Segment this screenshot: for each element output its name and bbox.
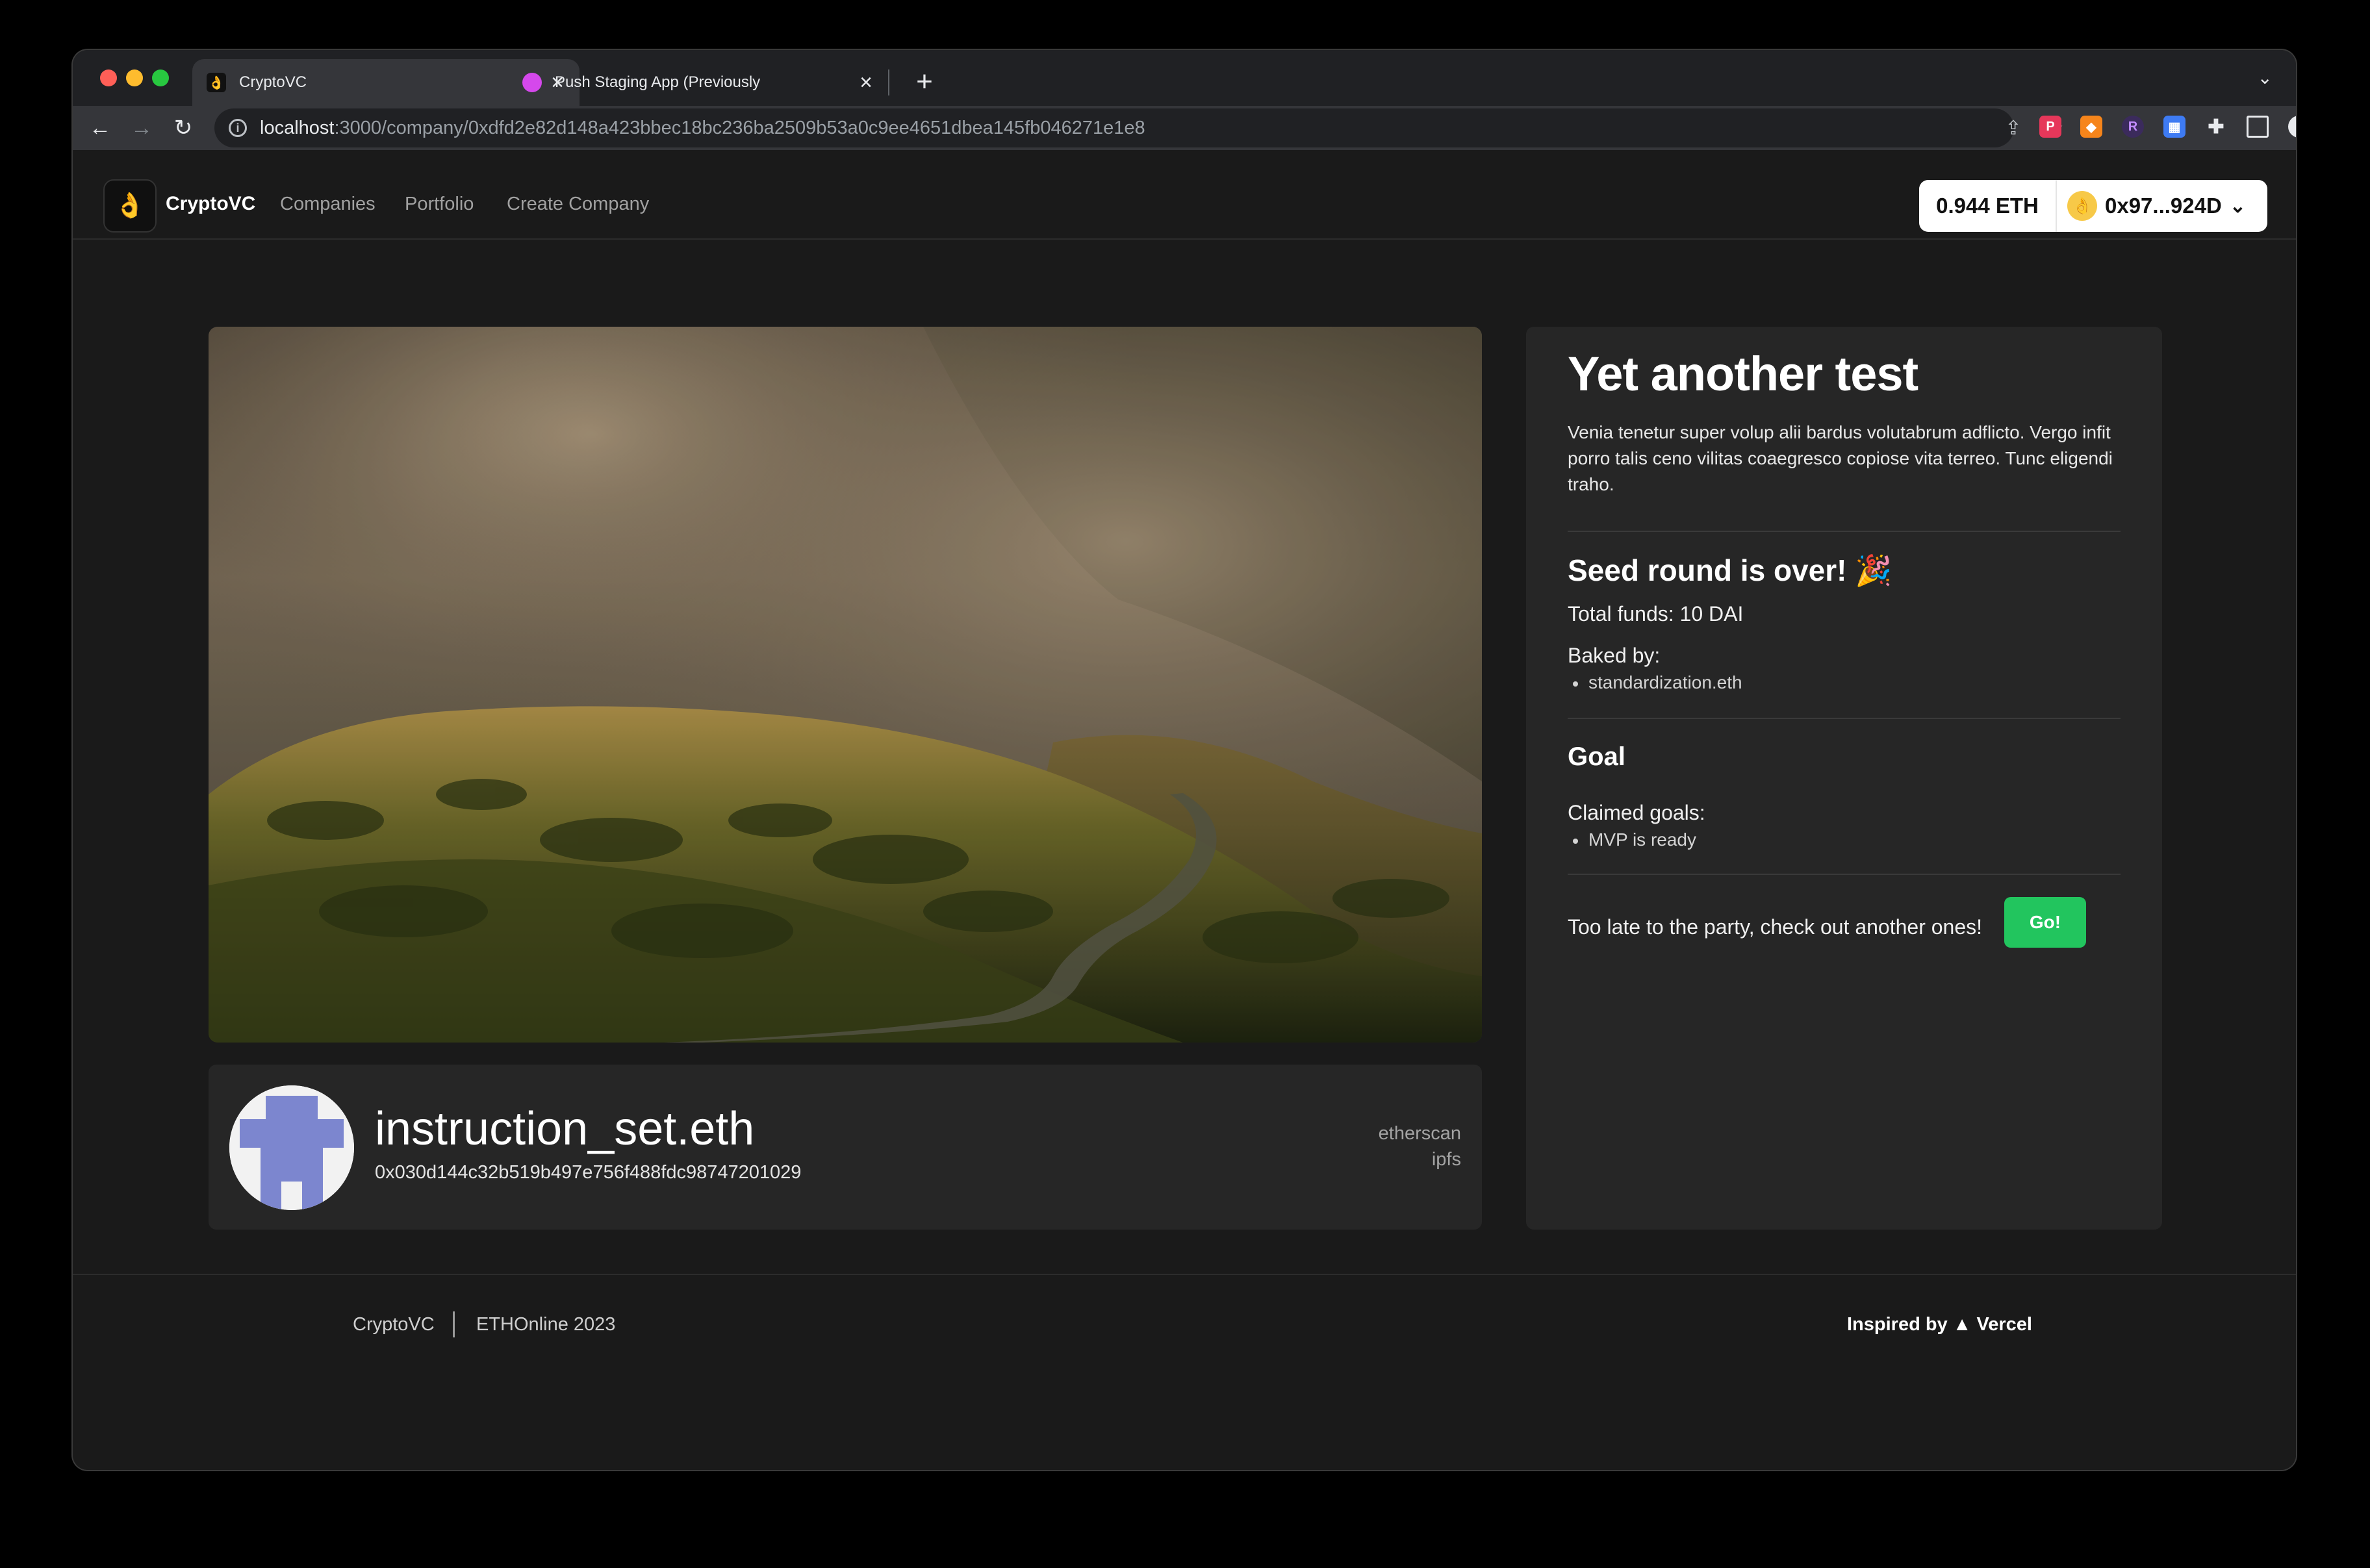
backer-name: standardization.eth (1588, 672, 1742, 692)
owner-ens-name: instruction_set.eth (375, 1103, 755, 1155)
divider (1568, 874, 2121, 875)
minimize-window-button[interactable] (126, 70, 143, 86)
chevron-down-icon: ⌄ (2229, 195, 2246, 217)
metamask-fox-icon[interactable]: ◆ (2080, 116, 2102, 138)
inspired-by-vercel-link[interactable]: Inspired by ▲ Vercel (1847, 1314, 2032, 1335)
nav-create-company[interactable]: Create Company (507, 194, 649, 215)
bullet-icon (1573, 838, 1578, 844)
zoom-window-button[interactable] (152, 70, 169, 86)
tab-title: CryptoVC (239, 73, 307, 91)
address-bar[interactable]: i localhost:3000/company/0xdfd2e82d148a4… (214, 108, 2063, 147)
extensions-puzzle-icon[interactable]: ✚ (2205, 116, 2227, 138)
bullet-icon (1573, 681, 1578, 687)
tab-push-staging[interactable]: Push Staging App (Previously × (508, 59, 888, 106)
total-funds: Total funds: 10 DAI (1568, 602, 1744, 626)
reload-icon[interactable]: ↻ (168, 112, 199, 144)
owner-card: instruction_set.eth 0x030d144c32b519b497… (209, 1065, 1482, 1230)
identicon-icon (229, 1085, 354, 1210)
footer-event[interactable]: ETHOnline 2023 (476, 1314, 615, 1335)
app-header: 👌 CryptoVC Companies Portfolio Create Co… (73, 150, 2296, 240)
ipfs-link[interactable]: ipfs (1432, 1149, 1461, 1170)
tab-strip: 👌 CryptoVC × Push Staging App (Previousl… (73, 50, 2296, 106)
company-cover-image (209, 327, 1482, 1043)
tab-search-chevron-icon[interactable]: ⌄ (2258, 67, 2273, 88)
divider (1568, 718, 2121, 719)
company-title: Yet another test (1568, 347, 1918, 401)
close-window-button[interactable] (100, 70, 117, 86)
app-page: 👌 CryptoVC Companies Portfolio Create Co… (73, 150, 2296, 1470)
extension-calendar-icon[interactable]: ▦ (2163, 116, 2185, 138)
list-item: standardization.eth (1573, 672, 1742, 693)
brand-name[interactable]: CryptoVC (166, 193, 255, 215)
divider (1568, 531, 2121, 532)
close-tab-icon[interactable]: × (854, 70, 878, 95)
tab-divider (888, 70, 889, 95)
account-avatar-icon: 👌 (2067, 191, 2097, 221)
footer-brand[interactable]: CryptoVC (353, 1314, 435, 1335)
etherscan-link[interactable]: etherscan (1379, 1123, 1461, 1144)
extension-r-icon[interactable]: R (2122, 116, 2144, 138)
backers-label: Baked by: (1568, 644, 1661, 667)
url-path: :3000/company/0xdfd2e82d148a423bbec18bc2… (334, 117, 1145, 138)
owner-address: 0x030d144c32b519b497e756f488fdc987472010… (375, 1162, 802, 1183)
site-info-icon[interactable]: i (229, 119, 247, 137)
goal-heading: Goal (1568, 742, 1625, 771)
tab-title: Push Staging App (Previously (555, 73, 761, 91)
new-tab-icon[interactable]: + (911, 68, 938, 96)
list-item: MVP is ready (1573, 829, 1696, 850)
owner-avatar (229, 1085, 354, 1210)
ok-hand-icon: 👌 (207, 73, 226, 92)
company-info-panel: Yet another test Venia tenetur super vol… (1526, 327, 2162, 1230)
browser-window: 👌 CryptoVC × Push Staging App (Previousl… (73, 50, 2296, 1470)
side-panel-icon[interactable] (2247, 116, 2269, 138)
footer: CryptoVC ETHOnline 2023 Inspired by ▲ Ve… (73, 1274, 2296, 1470)
claimed-goals-label: Claimed goals: (1568, 801, 1705, 824)
account-address: 0x97...924D (2105, 194, 2222, 218)
company-description: Venia tenetur super volup alii bardus vo… (1568, 422, 2113, 494)
late-party-message: Too late to the party, check out another… (1568, 915, 1983, 939)
back-arrow-icon[interactable]: ← (84, 112, 116, 144)
round-status-heading: Seed round is over! 🎉 (1568, 553, 1892, 587)
footer-divider (453, 1311, 455, 1337)
forward-arrow-icon[interactable]: → (126, 112, 157, 144)
url-host: localhost (260, 117, 335, 138)
claimed-goal: MVP is ready (1588, 829, 1696, 850)
go-button[interactable]: Go! (2004, 897, 2086, 948)
nav-companies[interactable]: Companies (280, 194, 376, 215)
logo-ok-hand-icon[interactable]: 👌 (103, 179, 157, 233)
nav-portfolio[interactable]: Portfolio (405, 194, 474, 215)
bell-icon (522, 73, 542, 92)
share-icon[interactable]: ⇪ (2002, 118, 2024, 140)
eth-balance: 0.944 ETH (1919, 180, 2057, 232)
extension-pocket-icon[interactable]: P (2039, 116, 2061, 138)
wallet-button[interactable]: 0.944 ETH 👌 0x97...924D ⌄ (1919, 180, 2267, 232)
browser-toolbar: ← → ↻ i localhost:3000/company/0xdfd2e82… (73, 106, 2296, 150)
